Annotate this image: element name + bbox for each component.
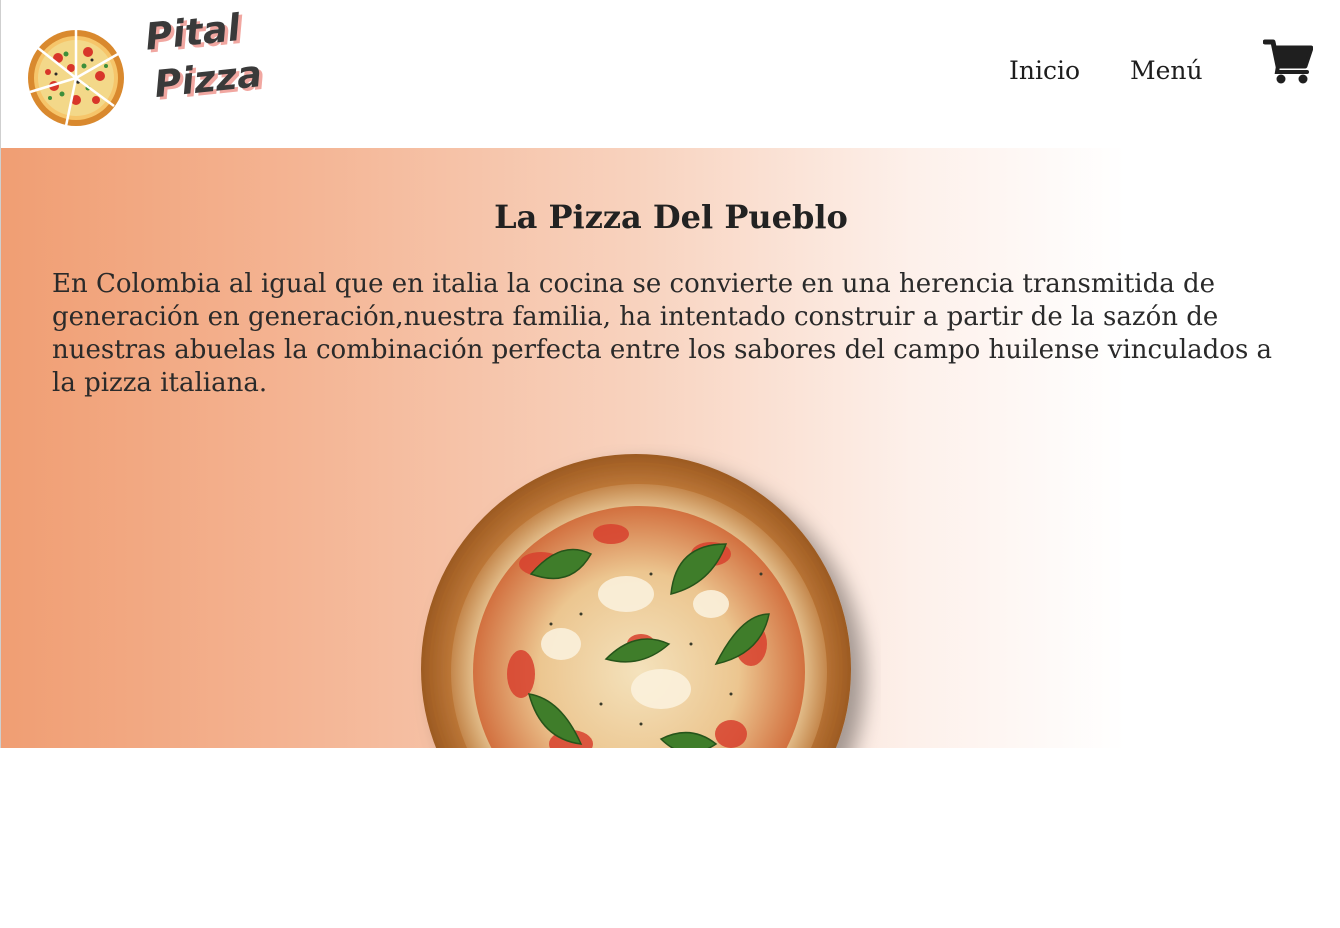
pizza-logo-icon[interactable] bbox=[25, 28, 127, 128]
hero-title: La Pizza Del Pueblo bbox=[494, 198, 848, 236]
site-header: Pital Pizza Inicio Menú bbox=[0, 0, 1340, 148]
brand-logo-text[interactable]: Pital Pizza bbox=[143, 1, 272, 109]
shopping-cart-icon[interactable] bbox=[1263, 38, 1313, 84]
hero-section: La Pizza Del Pueblo En Colombia al igual… bbox=[0, 148, 1340, 748]
pizza-image bbox=[421, 454, 851, 748]
nav-link-inicio[interactable]: Inicio bbox=[1009, 56, 1080, 85]
hero-description: En Colombia al igual que en italia la co… bbox=[52, 269, 1273, 398]
nav-link-menu[interactable]: Menú bbox=[1130, 56, 1203, 85]
main-nav: Inicio Menú bbox=[1009, 56, 1203, 85]
